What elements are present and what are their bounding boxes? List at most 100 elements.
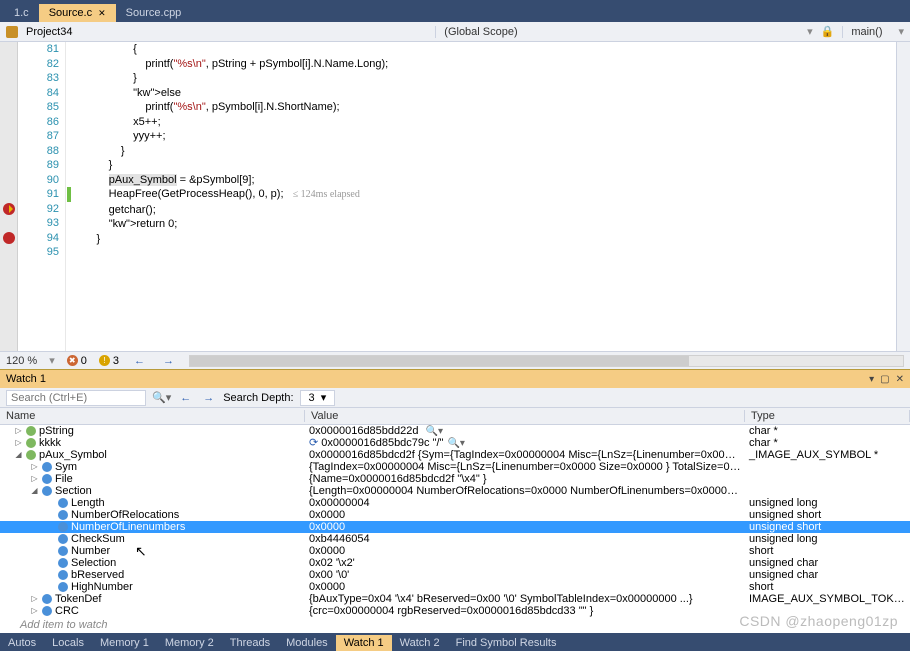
panel-pin-icon[interactable]: ▢	[880, 374, 889, 385]
expander-icon[interactable]	[46, 523, 55, 532]
bottom-tool-tabs: AutosLocalsMemory 1Memory 2ThreadsModule…	[0, 633, 910, 651]
add-watch-item[interactable]: Add item to watch	[0, 617, 910, 633]
search-prev-icon[interactable]: ←	[177, 392, 194, 404]
file-tabbar: 1.cSource.c✕Source.cpp	[0, 0, 910, 22]
watch-row[interactable]: ▷kkkk⟳ 0x0000016d85bdc79c "/"🔍▾char *	[0, 437, 910, 449]
horizontal-scrollbar[interactable]	[189, 355, 904, 367]
breakpoint-gutter[interactable]	[0, 42, 18, 351]
visualizer-icon[interactable]: 🔍▾	[422, 426, 443, 437]
expander-icon[interactable]	[46, 559, 55, 568]
expander-icon[interactable]: ◢	[14, 451, 23, 460]
col-header-value[interactable]: Value	[305, 410, 745, 422]
nav-fwd-icon[interactable]: →	[160, 355, 177, 367]
project-icon	[6, 26, 18, 38]
code-area[interactable]: { printf("%s\n", pString + pSymbol[i].N.…	[72, 42, 896, 351]
var-value[interactable]: {bAuxType=0x04 '\x4' bReserved=0x00 '\0'…	[305, 593, 745, 605]
var-value[interactable]: 0x0000	[305, 545, 745, 557]
vertical-scrollbar[interactable]	[896, 42, 910, 351]
nav-back-icon[interactable]: ←	[131, 355, 148, 367]
tool-tab[interactable]: Modules	[278, 635, 336, 651]
watch-row[interactable]: ▷pString0x0000016d85bdd22d 🔍▾char *	[0, 425, 910, 437]
var-value[interactable]: 0x02 '\x2'	[305, 557, 745, 569]
var-value[interactable]: {TagIndex=0x00000004 Misc={LnSz={Linenum…	[305, 461, 745, 473]
expander-icon[interactable]	[46, 535, 55, 544]
expander-icon[interactable]: ▷	[30, 595, 39, 604]
expander-icon[interactable]: ▷	[30, 475, 39, 484]
expander-icon[interactable]: ▷	[14, 439, 23, 448]
tab-close-icon[interactable]: ✕	[98, 8, 106, 19]
tool-tab[interactable]: Find Symbol Results	[448, 635, 565, 651]
error-count[interactable]: ✖0	[67, 355, 87, 367]
watch-search-input[interactable]	[6, 390, 146, 406]
tool-tab[interactable]: Memory 2	[157, 635, 222, 651]
var-name: Selection	[71, 557, 116, 569]
col-header-type[interactable]: Type	[745, 410, 910, 422]
expander-icon[interactable]	[46, 499, 55, 508]
var-value[interactable]: 0x00 '\0'	[305, 569, 745, 581]
watch-row[interactable]: bReserved0x00 '\0'unsigned char	[0, 569, 910, 581]
watch-row[interactable]: ◢Section{Length=0x00000004 NumberOfReloc…	[0, 485, 910, 497]
tool-tab[interactable]: Locals	[44, 635, 92, 651]
search-next-icon[interactable]: →	[200, 392, 217, 404]
watch-row[interactable]: ▷TokenDef{bAuxType=0x04 '\x4' bReserved=…	[0, 593, 910, 605]
tool-tab[interactable]: Threads	[222, 635, 278, 651]
search-depth-label: Search Depth:	[223, 392, 293, 404]
variable-icon	[58, 558, 68, 568]
warning-count[interactable]: !3	[99, 355, 119, 367]
var-value[interactable]: 0x00000004	[305, 497, 745, 509]
breakpoint-icon[interactable]	[3, 232, 15, 244]
expander-icon[interactable]: ▷	[30, 607, 39, 616]
var-name: File	[55, 473, 73, 485]
panel-close-icon[interactable]: ✕	[896, 374, 904, 385]
zoom-level[interactable]: 120 %	[6, 355, 37, 367]
tool-tab[interactable]: Memory 1	[92, 635, 157, 651]
var-value[interactable]: {Length=0x00000004 NumberOfRelocations=0…	[305, 485, 745, 497]
var-value[interactable]: ⟳ 0x0000016d85bdc79c "/"🔍▾	[305, 437, 745, 450]
expander-icon[interactable]	[46, 571, 55, 580]
tool-tab[interactable]: Watch 1	[336, 635, 392, 651]
scope-dropdown[interactable]: (Global Scope)	[435, 26, 799, 38]
var-name: pAux_Symbol	[39, 449, 107, 461]
var-value[interactable]: 0x0000016d85bdcd2f {Sym={TagIndex=0x0000…	[305, 449, 745, 461]
watch-row[interactable]: ◢ pAux_Symbol 0x0000016d85bdcd2f {Sym={Tag…	[0, 449, 910, 461]
col-header-name[interactable]: Name	[0, 410, 305, 422]
var-value[interactable]: 0x0000	[305, 509, 745, 521]
expander-icon[interactable]: ▷	[14, 427, 23, 436]
watch-grid-header[interactable]: Name Value Type	[0, 408, 910, 425]
lock-icon: 🔒	[821, 25, 835, 38]
refresh-icon[interactable]: ⟳	[309, 437, 318, 449]
expander-icon[interactable]	[46, 511, 55, 520]
panel-dropdown-icon[interactable]: ▾	[869, 374, 874, 385]
var-value[interactable]: {Name=0x0000016d85bdcd2f "\x4" }	[305, 473, 745, 485]
watch-row[interactable]: HighNumber0x0000short	[0, 581, 910, 593]
var-value[interactable]: 0x0000	[305, 581, 745, 593]
search-icon[interactable]: 🔍▾	[152, 391, 171, 404]
var-value[interactable]: 0x0000	[305, 521, 745, 533]
expander-icon[interactable]	[46, 583, 55, 592]
var-value[interactable]: 0xb4446054	[305, 533, 745, 545]
watch-row[interactable]: NumberOfRelocations0x0000unsigned short	[0, 509, 910, 521]
tool-tab[interactable]: Watch 2	[392, 635, 448, 651]
file-tab[interactable]: 1.c	[4, 4, 39, 22]
expander-icon[interactable]: ▷	[30, 463, 39, 472]
expander-icon[interactable]: ◢	[30, 487, 39, 496]
code-editor[interactable]: 818283848586878889909192939495 { printf(…	[0, 42, 910, 351]
watch-row[interactable]: NumberOfLinenumbers0x0000unsigned short	[0, 521, 910, 533]
file-tab[interactable]: Source.cpp	[116, 4, 192, 22]
tool-tab[interactable]: Autos	[0, 635, 44, 651]
visualizer-icon[interactable]: 🔍▾	[443, 438, 464, 449]
current-line-breakpoint-icon[interactable]	[3, 203, 15, 215]
file-tab[interactable]: Source.c✕	[39, 4, 116, 22]
watch-toolbar: 🔍▾ ← → Search Depth: 3 ▾	[0, 388, 910, 408]
watch-panel-titlebar[interactable]: Watch 1 ▾ ▢ ✕	[0, 370, 910, 388]
project-name[interactable]: Project34	[26, 26, 72, 38]
watch-row[interactable]: ▷ File {Name=0x0000016d85bdcd2f "\x4" }	[0, 473, 910, 485]
watch-row[interactable]: ▷CRC{crc=0x00000004 rgbReserved=0x000001…	[0, 605, 910, 617]
search-depth-value[interactable]: 3 ▾	[300, 390, 336, 406]
var-value[interactable]: {crc=0x00000004 rgbReserved=0x0000016d85…	[305, 605, 745, 617]
watch-row[interactable]: ▷Sym{TagIndex=0x00000004 Misc={LnSz={Lin…	[0, 461, 910, 473]
var-type: short	[745, 545, 910, 557]
expander-icon[interactable]	[46, 547, 55, 556]
watch-row[interactable]: Length0x00000004unsigned long	[0, 497, 910, 509]
function-dropdown[interactable]: main()	[842, 26, 890, 38]
